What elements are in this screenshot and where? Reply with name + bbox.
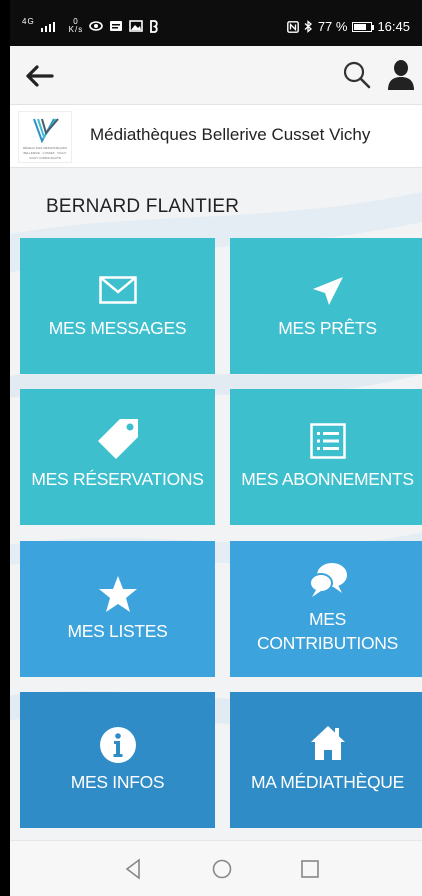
signal-icon <box>40 22 55 32</box>
tile-my-contributions[interactable]: MES CONTRIBUTIONS <box>230 541 422 677</box>
tile-label: MES INFOS <box>70 772 165 792</box>
info-icon <box>99 727 136 763</box>
search-button[interactable] <box>342 60 372 90</box>
clock: 16:45 <box>377 19 410 34</box>
status-left-group: 4G 0 K/s <box>22 16 159 34</box>
tile-my-reservations[interactable]: MES RÉSERVATIONS <box>20 389 215 525</box>
battery-fill <box>354 23 367 30</box>
system-nav-bar <box>10 840 422 896</box>
home-icon <box>310 726 345 760</box>
tile-my-lists[interactable]: MES LISTES <box>20 541 215 677</box>
status-right-group: 77 % 16:45 <box>286 19 410 34</box>
net-speed: 0 K/s <box>69 18 84 34</box>
list-icon <box>309 423 346 459</box>
tile-label: MES MESSAGES <box>48 318 187 338</box>
b-app-icon <box>150 19 158 33</box>
tile-label-line1: MES <box>308 609 347 629</box>
nav-back-button[interactable] <box>120 855 148 883</box>
signal-text: 4G <box>22 16 35 26</box>
status-bar: 4G 0 K/s 77 % 16:45 <box>10 0 422 46</box>
tile-label: MES PRÊTS <box>278 318 377 338</box>
library-header: RÉSEAU DES MÉDIATHÈQUES BELLERIVE · CUSS… <box>10 104 422 168</box>
tile-label: MES CONTRIBUTIONS <box>230 607 422 655</box>
logo-mark-icon <box>33 118 59 144</box>
library-logo: RÉSEAU DES MÉDIATHÈQUES BELLERIVE · CUSS… <box>18 111 72 163</box>
user-icon <box>388 60 414 90</box>
tile-label: MA MÉDIATHÈQUE <box>251 772 404 792</box>
account-button[interactable] <box>386 59 416 91</box>
paper-plane-icon <box>312 277 343 305</box>
tile-label: MES LISTES <box>67 621 168 641</box>
arrow-left-icon <box>26 65 54 87</box>
battery-icon <box>352 21 375 32</box>
envelope-icon <box>98 276 137 304</box>
phone-screen: 4G 0 K/s 77 % 16:45 RÉSEAU DES MÉDIATHÈQ… <box>10 0 422 896</box>
logo-text-2: BELLERIVE · CUSSET · VICHY <box>23 151 67 155</box>
logo-text-3: VICHY COMMUNAUTÉ <box>29 156 61 160</box>
star-icon <box>98 576 137 612</box>
net-speed-unit: K/s <box>68 25 84 34</box>
nav-home-button[interactable] <box>208 855 236 883</box>
tile-label-line2: CONTRIBUTIONS <box>257 633 398 653</box>
eye-icon <box>89 21 104 31</box>
message-icon <box>110 21 123 31</box>
logo-text-1: RÉSEAU DES MÉDIATHÈQUES <box>23 146 67 150</box>
tile-my-subscriptions[interactable]: MES ABONNEMENTS <box>230 389 422 525</box>
search-icon <box>343 61 371 89</box>
user-name: BERNARD FLANTIER <box>46 196 240 217</box>
speech-bubbles-icon <box>308 563 347 597</box>
square-recents-icon <box>301 860 319 878</box>
battery-percent: 77 % <box>317 19 348 34</box>
tile-label: MES ABONNEMENTS <box>241 469 414 489</box>
tile-my-messages[interactable]: MES MESSAGES <box>20 238 215 374</box>
circle-home-icon <box>212 859 232 879</box>
bluetooth-icon <box>304 20 312 33</box>
nav-recents-button[interactable] <box>296 855 324 883</box>
app-bar <box>10 46 422 104</box>
gallery-icon <box>129 20 144 32</box>
tile-my-info[interactable]: MES INFOS <box>20 692 215 828</box>
triangle-back-icon <box>125 858 140 880</box>
tile-my-library[interactable]: MA MÉDIATHÈQUE <box>230 692 422 828</box>
tile-my-loans[interactable]: MES PRÊTS <box>230 238 422 374</box>
tile-label: MES RÉSERVATIONS <box>31 469 204 489</box>
library-name: Médiathèques Bellerive Cusset Vichy <box>90 125 371 144</box>
dashboard-content: BERNARD FLANTIER MES MESSAGES MES PRÊTS <box>10 168 422 840</box>
back-button[interactable] <box>24 60 64 92</box>
tag-icon <box>97 419 138 459</box>
nfc-icon <box>286 20 299 33</box>
